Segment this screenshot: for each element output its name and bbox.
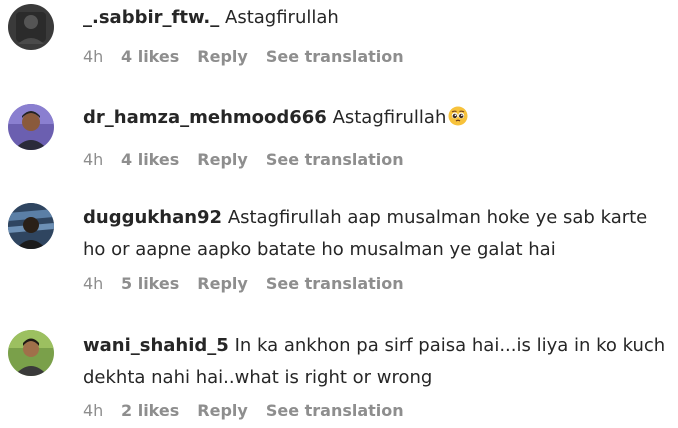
avatar-image	[8, 330, 54, 376]
avatar[interactable]	[8, 104, 54, 150]
comment-content: Astagfirullah	[332, 107, 447, 128]
avatar-image	[8, 203, 54, 249]
see-translation-button[interactable]: See translation	[266, 401, 404, 420]
see-translation-button[interactable]: See translation	[266, 47, 404, 66]
pleading-face-emoji-icon	[448, 105, 468, 137]
avatar[interactable]	[8, 4, 54, 50]
likes-count[interactable]: 4 likes	[121, 150, 179, 169]
see-translation-button[interactable]: See translation	[266, 274, 404, 293]
comment-meta: 4h 4 likes Reply See translation	[83, 148, 666, 170]
see-translation-button[interactable]: See translation	[266, 150, 404, 169]
comment-meta: 4h 4 likes Reply See translation	[83, 45, 666, 67]
avatar-image	[8, 104, 54, 150]
comment-text: dr_hamza_mehmood666 Astagfirullah	[83, 102, 666, 137]
likes-count[interactable]: 4 likes	[121, 47, 179, 66]
reply-button[interactable]: Reply	[197, 150, 248, 169]
comment-username[interactable]: dr_hamza_mehmood666	[83, 107, 327, 128]
reply-button[interactable]: Reply	[197, 274, 248, 293]
comment-content: Astagfirullah	[225, 7, 339, 28]
reply-button[interactable]: Reply	[197, 47, 248, 66]
comment-time: 4h	[83, 149, 104, 169]
comment-text: duggukhan92 Astagfirullah aap musalman h…	[83, 202, 666, 266]
comment-time: 4h	[83, 400, 104, 420]
comment-username[interactable]: duggukhan92	[83, 207, 222, 228]
comment-text: wani_shahid_5 In ka ankhon pa sirf paisa…	[83, 330, 666, 394]
comment-text: _.sabbir_ftw._ Astagfirullah	[83, 2, 666, 34]
avatar-image	[8, 4, 54, 50]
comment-meta: 4h 2 likes Reply See translation	[83, 399, 666, 421]
comment-username[interactable]: wani_shahid_5	[83, 335, 229, 356]
avatar[interactable]	[8, 203, 54, 249]
likes-count[interactable]: 5 likes	[121, 274, 179, 293]
comment-username[interactable]: _.sabbir_ftw._	[83, 7, 219, 28]
reply-button[interactable]: Reply	[197, 401, 248, 420]
comment-time: 4h	[83, 46, 104, 66]
avatar[interactable]	[8, 330, 54, 376]
comment-meta: 4h 5 likes Reply See translation	[83, 272, 666, 294]
comment-time: 4h	[83, 273, 104, 293]
likes-count[interactable]: 2 likes	[121, 401, 179, 420]
